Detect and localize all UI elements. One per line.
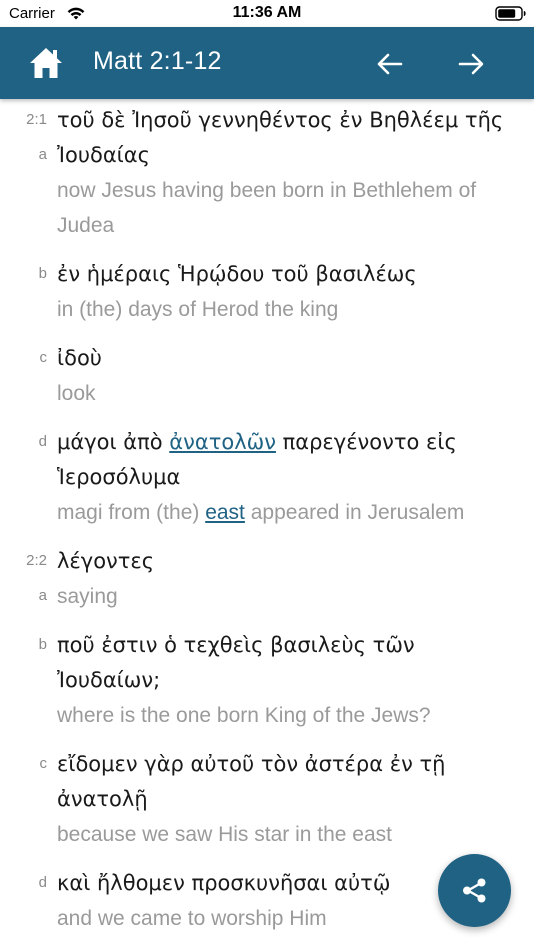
clause-2-2-a[interactable]: 2:2 λέγοντες a saying — [0, 544, 534, 614]
page-title: Matt 2:1-12 — [93, 47, 222, 75]
english-text-segment: magi from (the) — [57, 501, 206, 524]
english-text: now Jesus having been born in Bethlehem … — [57, 179, 477, 237]
clock-time: 11:36 AM — [232, 4, 302, 21]
arrow-left-icon — [377, 53, 403, 75]
clause-letter: a — [38, 587, 47, 604]
clause-2-1-b[interactable]: b ἐν ἡμέραις Ἡρῴδου τοῦ βασιλέως in (the… — [0, 257, 534, 327]
clause-2-1-d[interactable]: d μάγοι ἀπὸ ἀνατολῶν παρεγένοντο εἰς Ἱερ… — [0, 425, 534, 530]
status-bar: Carrier 11:36 AM — [0, 0, 534, 27]
english-text: because we saw His star in the east — [57, 823, 392, 846]
greek-text: τοῦ δὲ Ἰησοῦ γεννηθέντος ἐν Βηθλέεμ τῆς … — [57, 108, 504, 167]
english-text: look — [57, 382, 96, 405]
share-button[interactable] — [438, 854, 511, 927]
arrow-right-icon — [458, 53, 484, 75]
clause-letter: a — [38, 146, 47, 163]
english-word-link[interactable]: east — [205, 501, 245, 524]
greek-text: λέγοντες — [57, 549, 155, 573]
home-button[interactable] — [28, 46, 64, 80]
english-text: magi from (the) east appeared in Jerusal… — [57, 495, 514, 530]
clause-2-2-c[interactable]: c εἴδομεν γὰρ αὐτοῦ τὸν ἀστέρα ἐν τῇ ἀνα… — [0, 747, 534, 852]
home-icon — [30, 48, 62, 78]
english-text: saying — [57, 585, 118, 608]
greek-text: ποῦ ἐστιν ὁ τεχθεὶς βασιλεὺς τῶν Ἰουδαίω… — [57, 633, 415, 692]
navigation-bar: Matt 2:1-12 — [0, 27, 534, 99]
clause-2-1-c[interactable]: c ἰδοὺ look — [0, 341, 534, 411]
greek-text: μάγοι ἀπὸ ἀνατολῶν παρεγένοντο εἰς Ἱεροσ… — [57, 425, 514, 495]
verse-2-1: 2:1 τοῦ δὲ Ἰησοῦ γεννηθέντος ἐν Βηθλέεμ … — [0, 103, 534, 530]
greek-word-link[interactable]: ἀνατολῶν — [169, 430, 276, 454]
greek-text: ἰδοὺ — [57, 346, 102, 370]
battery-icon — [495, 6, 526, 21]
previous-passage-button[interactable] — [376, 51, 404, 77]
next-passage-button[interactable] — [457, 51, 485, 77]
english-text-segment: appeared in Jerusalem — [244, 501, 465, 524]
greek-text: ἐν ἡμέραις Ἡρῴδου τοῦ βασιλέως — [57, 262, 417, 286]
share-icon — [463, 878, 486, 903]
greek-text-segment: μάγοι ἀπὸ — [57, 430, 170, 454]
clause-2-2-b[interactable]: b ποῦ ἐστιν ὁ τεχθεὶς βασιλεὺς τῶν Ἰουδα… — [0, 628, 534, 733]
clause-2-1-a[interactable]: 2:1 τοῦ δὲ Ἰησοῦ γεννηθέντος ἐν Βηθλέεμ … — [0, 103, 534, 243]
english-text: in (the) days of Herod the king — [57, 298, 339, 321]
passage-content[interactable]: 2:1 τοῦ δὲ Ἰησοῦ γεννηθέντος ἐν Βηθλέεμ … — [0, 99, 534, 950]
english-text: where is the one born King of the Jews? — [57, 704, 431, 727]
greek-text: εἴδομεν γὰρ αὐτοῦ τὸν ἀστέρα ἐν τῇ ἀνατο… — [57, 752, 446, 811]
